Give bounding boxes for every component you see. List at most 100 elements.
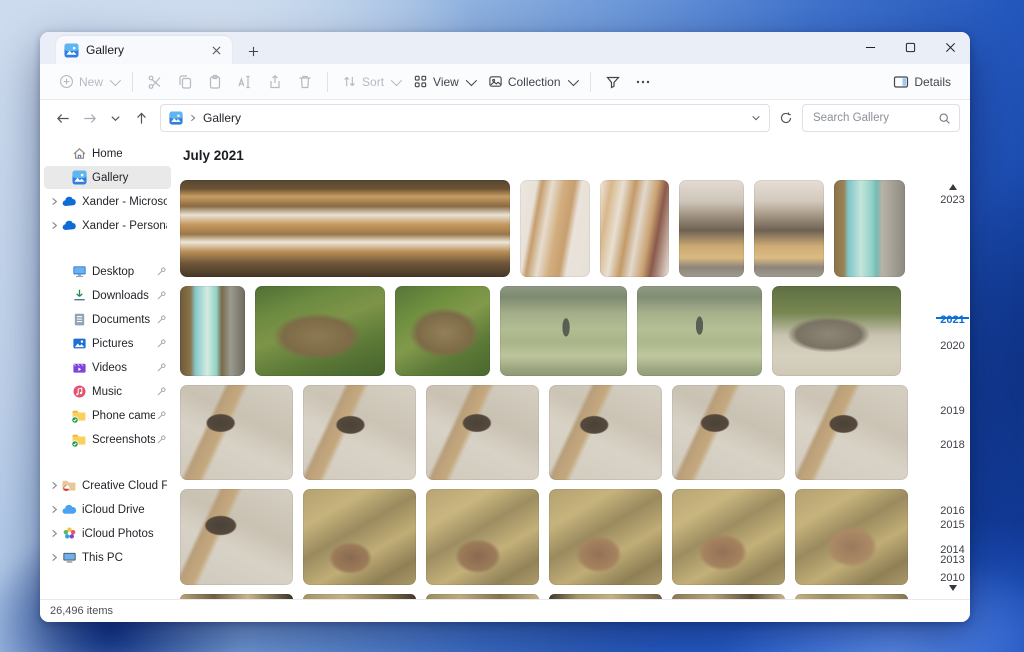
photo-corkboard-flyers[interactable] (520, 180, 590, 277)
collection-button[interactable]: Collection (481, 69, 583, 94)
pin-icon (155, 386, 167, 398)
timeline-year-2021[interactable]: 2021 (935, 314, 970, 326)
photo-bird-poster-pole[interactable] (180, 286, 245, 376)
new-button[interactable]: New (52, 69, 125, 94)
photo-sparrow-straw-4[interactable] (672, 489, 785, 585)
expand-chevron-icon[interactable] (48, 221, 61, 230)
photo-bird-on-sand-6[interactable] (795, 385, 908, 480)
address-dropdown-icon[interactable] (751, 113, 761, 123)
close-button[interactable] (930, 32, 970, 62)
icloud-photos-icon (61, 526, 77, 542)
details-button[interactable]: Details (886, 69, 958, 95)
sidebar-item-label: Desktop (92, 266, 155, 278)
new-tab-button[interactable] (240, 38, 266, 64)
photo-bulletin-board[interactable] (600, 180, 669, 277)
photo-bird-sign-post[interactable] (834, 180, 905, 277)
search-input[interactable] (811, 111, 932, 125)
up-button[interactable] (128, 105, 154, 131)
expand-chevron-icon[interactable] (48, 553, 61, 562)
photo-grass-nest[interactable] (395, 286, 490, 376)
photo-roastery-sacks-1[interactable] (679, 180, 744, 277)
back-button[interactable] (50, 105, 76, 131)
pin-icon (155, 290, 167, 302)
paste-button[interactable] (200, 69, 230, 95)
photo-bird-on-sand-2[interactable] (303, 385, 416, 480)
sidebar-item-documents[interactable]: Documents (44, 308, 171, 331)
sidebar-item-label: iCloud Photos (82, 528, 167, 540)
sidebar-item-gallery[interactable]: Gallery (44, 166, 171, 189)
sidebar-item-xander-microsoft[interactable]: Xander - Microsoft (44, 190, 171, 213)
minimize-button[interactable] (850, 32, 890, 62)
sidebar-item-label: This PC (82, 552, 167, 564)
timeline-year-2015[interactable]: 2015 (935, 519, 970, 531)
expand-chevron-icon[interactable] (48, 505, 61, 514)
sidebar-item-icloud-photos[interactable]: iCloud Photos (44, 522, 171, 545)
expand-chevron-icon[interactable] (48, 481, 61, 490)
sidebar-item-icloud-drive[interactable]: iCloud Drive (44, 498, 171, 521)
photo-bird-on-sand-3[interactable] (426, 385, 539, 480)
view-button[interactable]: View (406, 69, 481, 94)
sidebar-item-videos[interactable]: Videos (44, 356, 171, 379)
photo-driftwood-beach[interactable] (772, 286, 901, 376)
photo-bird-on-sand-4[interactable] (549, 385, 662, 480)
sidebar-item-this-pc[interactable]: This PC (44, 546, 171, 569)
pin-icon (155, 434, 167, 446)
photo-roastery-sacks-2[interactable] (754, 180, 824, 277)
photo-bird-on-sand-5[interactable] (672, 385, 785, 480)
documents-icon (71, 312, 87, 328)
search-icon[interactable] (938, 112, 951, 125)
expand-chevron-icon[interactable] (48, 197, 61, 206)
photo-grass-nest-wide[interactable] (255, 286, 385, 376)
expand-chevron-icon[interactable] (48, 529, 61, 538)
timeline-year-2018[interactable]: 2018 (935, 439, 970, 451)
sidebar-item-xander-personal[interactable]: Xander - Personal (44, 214, 171, 237)
desktop: Gallery (0, 0, 1024, 652)
sidebar-item-downloads[interactable]: Downloads (44, 284, 171, 307)
tab-close-icon[interactable] (208, 42, 224, 58)
photo-cafe-interior-panorama[interactable] (180, 180, 510, 277)
photo-row (180, 385, 931, 480)
timeline-year-2016[interactable]: 2016 (935, 505, 970, 517)
photo-marsh-bird-1[interactable] (500, 286, 627, 376)
timeline-down-arrow[interactable] (935, 585, 970, 591)
share-button[interactable] (260, 69, 290, 95)
tab-gallery[interactable]: Gallery (56, 36, 232, 64)
timeline-up-arrow[interactable] (935, 184, 970, 190)
sidebar-item-phone-camera-rc[interactable]: Phone camera rc (44, 404, 171, 427)
sort-button[interactable]: Sort (335, 69, 406, 94)
refresh-button[interactable] (774, 106, 798, 130)
forward-button[interactable] (76, 105, 102, 131)
copy-button[interactable] (170, 69, 200, 95)
delete-button[interactable] (290, 69, 320, 95)
recent-locations-button[interactable] (102, 105, 128, 131)
filter-button[interactable] (598, 69, 628, 95)
photo-bird-on-sand-1[interactable] (180, 385, 293, 480)
timeline-year-2020[interactable]: 2020 (935, 340, 970, 352)
maximize-button[interactable] (890, 32, 930, 62)
tab-strip: Gallery (40, 32, 970, 64)
sidebar-item-creative-cloud-files[interactable]: Creative Cloud Files (44, 474, 171, 497)
sidebar-item-label: Videos (92, 362, 155, 374)
photo-sparrow-straw-2[interactable] (426, 489, 539, 585)
timeline-year-2010[interactable]: 2010 (935, 572, 970, 584)
breadcrumb-bar[interactable]: Gallery (160, 104, 770, 132)
breadcrumb[interactable]: Gallery (203, 111, 241, 125)
see-more-button[interactable] (628, 69, 658, 95)
sidebar-item-home[interactable]: Home (44, 142, 171, 165)
address-bar: Gallery (40, 100, 970, 136)
timeline-year-2019[interactable]: 2019 (935, 405, 970, 417)
cut-button[interactable] (140, 69, 170, 95)
sidebar-item-music[interactable]: Music (44, 380, 171, 403)
photo-marsh-bird-2[interactable] (637, 286, 762, 376)
photo-sparrow-straw-3[interactable] (549, 489, 662, 585)
photo-sparrow-straw-5[interactable] (795, 489, 908, 585)
timeline-year-2023[interactable]: 2023 (935, 194, 970, 206)
timeline-year-2013[interactable]: 2013 (935, 554, 970, 566)
rename-button[interactable] (230, 69, 260, 95)
sidebar-item-desktop[interactable]: Desktop (44, 260, 171, 283)
sidebar-item-pictures[interactable]: Pictures (44, 332, 171, 355)
photo-bird-on-sand-7[interactable] (180, 489, 293, 585)
photo-sparrow-straw-1[interactable] (303, 489, 416, 585)
sidebar-item-screenshots[interactable]: Screenshots (44, 428, 171, 451)
sidebar-item-label: Creative Cloud Files (82, 480, 167, 492)
